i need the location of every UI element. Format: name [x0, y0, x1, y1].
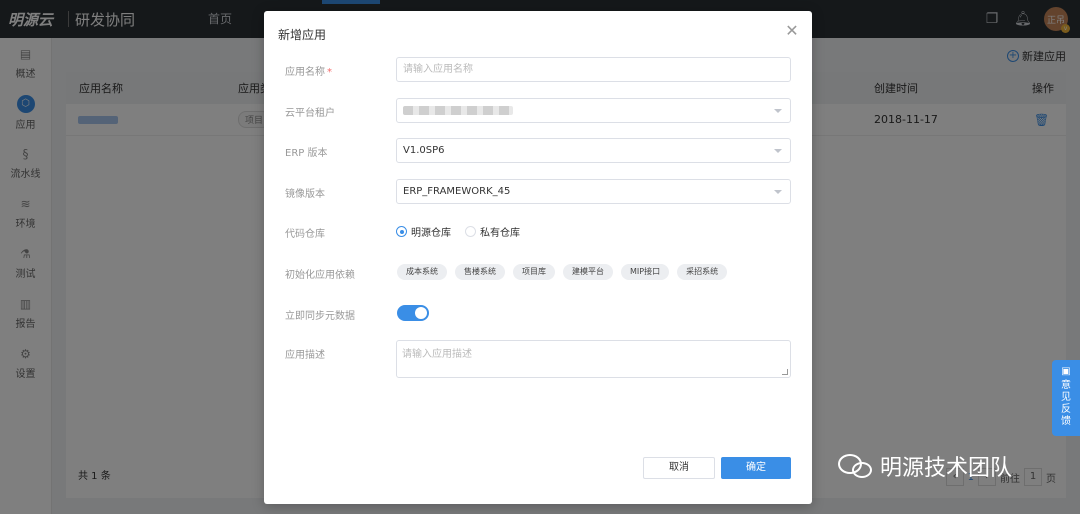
new-app-dialog: 新增应用 ✕ 应用名称 * 请输入应用名称 云平台租户 ERP 版本 V1.0SP…: [264, 11, 812, 504]
chip-cost-system[interactable]: 成本系统: [397, 264, 447, 280]
form-row-erp-version: ERP 版本 V1.0SP6: [264, 138, 812, 164]
deps-chip-list: 成本系统 售楼系统 项目库 建模平台 MIP接口 采招系统: [397, 264, 728, 280]
tenant-label: 云平台租户: [285, 108, 335, 119]
app-name-label: 应用名称 *: [285, 67, 332, 78]
watermark: 明源技术团队: [838, 450, 1012, 482]
desc-label: 应用描述: [285, 350, 325, 361]
chip-modeling-platform[interactable]: 建模平台: [563, 264, 613, 280]
feedback-char: 意: [1061, 380, 1071, 391]
desc-textarea[interactable]: 请输入应用描述: [396, 340, 791, 378]
sync-label: 立即同步元数据: [285, 311, 355, 322]
form-row-app-name: 应用名称 * 请输入应用名称: [264, 57, 812, 83]
image-version-label: 镜像版本: [285, 189, 325, 200]
feedback-char: 反: [1061, 404, 1071, 415]
form-row-deps: 初始化应用依赖 成本系统 售楼系统 项目库 建模平台 MIP接口 采招系统: [264, 260, 812, 286]
sync-toggle[interactable]: [397, 305, 429, 321]
image-version-select[interactable]: ERP_FRAMEWORK_45: [396, 179, 791, 204]
feedback-char: 馈: [1061, 416, 1071, 427]
chip-procurement-system[interactable]: 采招系统: [677, 264, 728, 280]
resize-grip-icon[interactable]: [782, 369, 788, 375]
cancel-button[interactable]: 取消: [643, 457, 715, 479]
caret-down-icon: [774, 149, 782, 153]
caret-down-icon: [774, 190, 782, 194]
app-name-input[interactable]: 请输入应用名称: [396, 57, 791, 82]
form-row-image-version: 镜像版本 ERP_FRAMEWORK_45: [264, 179, 812, 205]
radio-private-repo[interactable]: 私有仓库: [465, 224, 520, 239]
radio-mingyuan-repo[interactable]: 明源仓库: [396, 224, 451, 239]
erp-version-select[interactable]: V1.0SP6: [396, 138, 791, 163]
chat-icon: ▣: [1061, 366, 1071, 377]
confirm-button[interactable]: 确定: [721, 457, 791, 479]
feedback-char: 见: [1061, 392, 1071, 403]
chip-sales-system[interactable]: 售楼系统: [455, 264, 505, 280]
close-icon[interactable]: ✕: [784, 21, 800, 40]
form-row-sync: 立即同步元数据: [264, 301, 812, 327]
dialog-title: 新增应用: [278, 28, 327, 42]
form-row-desc: 应用描述 请输入应用描述: [264, 340, 812, 380]
feedback-tab[interactable]: ▣ 意 见 反 馈: [1052, 360, 1080, 436]
redacted-value: [403, 106, 513, 115]
erp-version-label: ERP 版本: [285, 148, 328, 159]
watermark-text: 明源技术团队: [880, 456, 1013, 481]
form-row-repo: 代码仓库 明源仓库 私有仓库: [264, 219, 812, 245]
form-row-tenant: 云平台租户: [264, 98, 812, 124]
wechat-icon: [838, 452, 874, 480]
caret-down-icon: [774, 109, 782, 113]
repo-label: 代码仓库: [285, 229, 325, 240]
tenant-select[interactable]: [396, 98, 791, 123]
chip-project-lib[interactable]: 项目库: [513, 264, 555, 280]
deps-label: 初始化应用依赖: [285, 270, 355, 281]
chip-mip-interface[interactable]: MIP接口: [621, 264, 670, 280]
repo-radio-group: 明源仓库 私有仓库: [396, 224, 520, 239]
